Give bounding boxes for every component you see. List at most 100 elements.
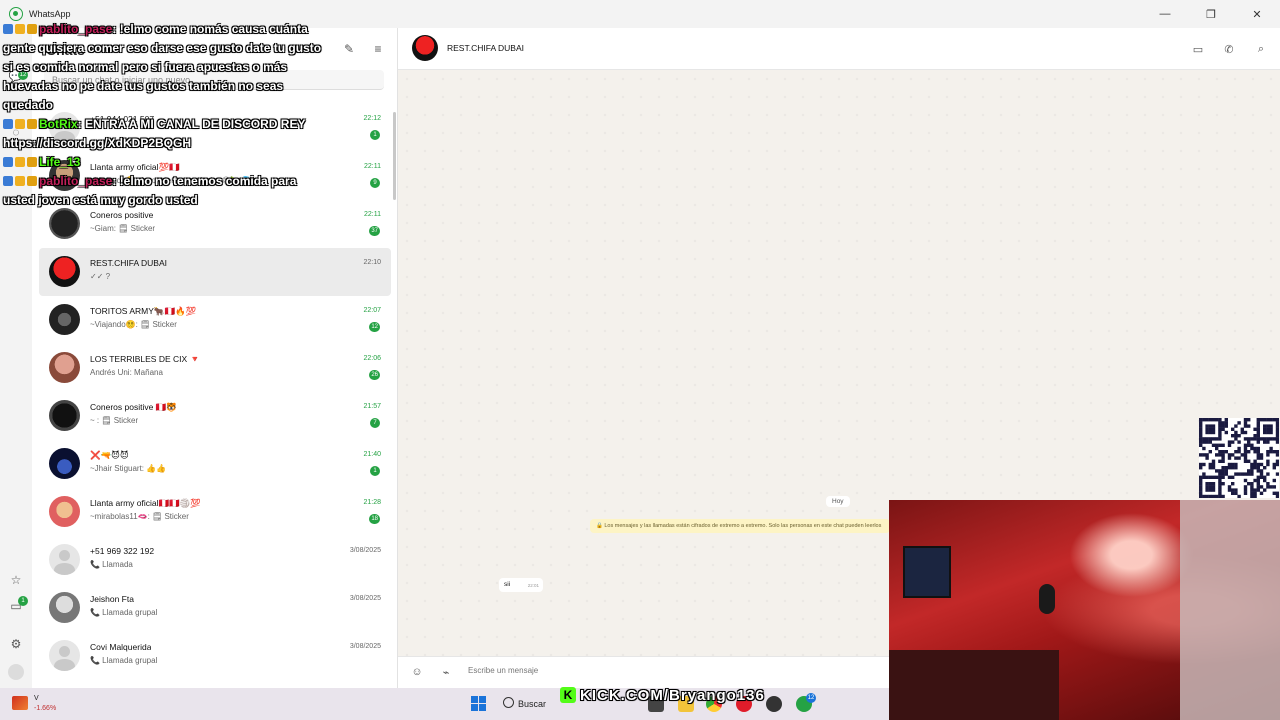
taskbar-search-icon[interactable] xyxy=(503,697,514,708)
qr-module xyxy=(1211,443,1216,447)
qr-module xyxy=(1202,440,1206,444)
chat-time: 21:28 xyxy=(363,499,381,506)
qr-module xyxy=(1272,478,1276,483)
obs-icon[interactable] xyxy=(766,696,782,712)
qr-module xyxy=(1259,453,1264,457)
window-controls: — ❐ ✕ xyxy=(1142,0,1280,28)
conversation-header[interactable]: REST.CHIFA DUBAI ▭ ✆ ⌕ xyxy=(398,28,1280,70)
stock-widget-name[interactable]: V xyxy=(34,695,39,702)
maximize-button[interactable]: ❐ xyxy=(1188,0,1234,28)
overlay-chat-line: gente quisiera comer eso darse ese gusto… xyxy=(3,39,323,58)
minimize-button[interactable]: — xyxy=(1142,0,1188,28)
qr-module xyxy=(1211,466,1216,470)
qr-module xyxy=(1234,488,1238,492)
chat-row[interactable]: TORITOS ARMY🐂🇵🇪🔥💯 ~Viajando😵‍💫: 🗒 Sticker… xyxy=(39,296,391,344)
qr-module xyxy=(1250,485,1254,489)
qr-module xyxy=(1221,466,1225,470)
qr-module xyxy=(1199,427,1203,431)
qr-module xyxy=(1259,472,1264,476)
qr-module xyxy=(1237,450,1241,454)
qr-module xyxy=(1202,462,1206,467)
qr-module xyxy=(1227,462,1232,467)
chat-row[interactable]: +51 969 322 192 📞 Llamada 3/08/2025 xyxy=(39,536,391,584)
qr-module xyxy=(1221,472,1225,476)
qr-module xyxy=(1208,450,1212,454)
qr-module xyxy=(1218,418,1222,422)
search-icon[interactable]: ⌕ xyxy=(1254,42,1268,56)
chat-row[interactable]: LOS TERRIBLES DE CIX 🔻 Andrés Uni: Mañana… xyxy=(39,344,391,392)
qr-module xyxy=(1218,427,1222,431)
qr-module xyxy=(1211,482,1216,486)
new-chat-icon[interactable]: ✎ xyxy=(342,42,356,56)
qr-module xyxy=(1218,482,1222,486)
qr-module xyxy=(1221,459,1225,463)
profile-avatar[interactable] xyxy=(8,664,24,680)
chat-time: 22:10 xyxy=(363,259,381,266)
qr-module xyxy=(1259,456,1264,460)
qr-module xyxy=(1234,450,1238,454)
close-button[interactable]: ✕ xyxy=(1234,0,1280,28)
message-bubble[interactable]: sii 22:01 xyxy=(499,578,543,592)
chat-row[interactable]: Covi Malquerida 📞 Llamada grupal 3/08/2025 xyxy=(39,632,391,680)
qr-module xyxy=(1205,485,1209,489)
qr-module xyxy=(1199,418,1203,422)
chat-preview: ~ : 🗒 Sticker xyxy=(90,416,139,425)
qr-module xyxy=(1275,434,1280,438)
voice-call-icon[interactable]: ✆ xyxy=(1222,42,1236,56)
qr-module xyxy=(1259,475,1264,479)
qr-module xyxy=(1221,482,1225,486)
stock-widget-icon[interactable] xyxy=(12,696,28,710)
qr-module xyxy=(1208,475,1212,479)
qr-module xyxy=(1256,482,1260,486)
qr-module xyxy=(1266,450,1270,454)
qr-module xyxy=(1256,437,1260,441)
starred-icon[interactable]: ☆ xyxy=(8,572,24,588)
qr-module xyxy=(1237,456,1241,460)
taskbar-search[interactable]: Buscar xyxy=(518,699,546,709)
chat-row[interactable]: Coneros positive 🇵🇪🐯 ~ : 🗒 Sticker 21:57 7 xyxy=(39,392,391,440)
qr-module xyxy=(1218,491,1222,495)
qr-module xyxy=(1221,475,1225,479)
webcam-monitor xyxy=(903,546,951,598)
qr-module xyxy=(1263,475,1267,479)
qr-module xyxy=(1205,475,1209,479)
emoji-icon[interactable]: ☺ xyxy=(410,665,424,679)
qr-module xyxy=(1266,427,1270,431)
qr-module xyxy=(1263,430,1267,435)
unread-badge: 1 xyxy=(370,130,380,140)
whatsapp-taskbar-badge: 12 xyxy=(806,693,816,703)
qr-module xyxy=(1208,466,1212,470)
qr-module xyxy=(1237,494,1241,499)
start-button[interactable] xyxy=(471,696,486,711)
message-input[interactable]: Escribe un mensaje xyxy=(468,666,538,675)
qr-module xyxy=(1272,491,1276,495)
chat-list-scrollbar[interactable] xyxy=(393,112,396,200)
qr-module xyxy=(1234,491,1238,495)
filter-icon[interactable]: ≡ xyxy=(371,42,385,56)
qr-module xyxy=(1202,418,1206,422)
qr-module xyxy=(1256,450,1260,454)
qr-module xyxy=(1234,466,1238,470)
stream-chat-overlay: pablito_pase: !elmo come nomás causa cuá… xyxy=(3,20,323,210)
chat-row[interactable]: Llanta army oficial🇵🇪🇵🇪🏐💯 ~mirabolas11🫦: … xyxy=(39,488,391,536)
chat-row[interactable]: Jeishon Fta 📞 Llamada grupal 3/08/2025 xyxy=(39,584,391,632)
qr-module xyxy=(1247,459,1251,463)
contact-name[interactable]: REST.CHIFA DUBAI xyxy=(447,43,524,53)
chat-avatar xyxy=(49,256,80,287)
qr-module xyxy=(1231,434,1235,438)
qr-module xyxy=(1231,491,1235,495)
encryption-notice[interactable]: 🔒 Los mensajes y las llamadas están cifr… xyxy=(590,519,890,533)
qr-module xyxy=(1215,469,1219,473)
attach-icon[interactable]: ⌁ xyxy=(439,665,453,679)
chat-preview: ~mirabolas11🫦: 🗒 Sticker xyxy=(90,512,189,521)
stock-widget-value[interactable]: -1.66% xyxy=(34,705,56,712)
qr-module xyxy=(1218,488,1222,492)
qr-module xyxy=(1259,462,1264,467)
contact-avatar[interactable] xyxy=(412,35,438,61)
qr-module xyxy=(1266,482,1270,486)
video-call-icon[interactable]: ▭ xyxy=(1191,42,1205,56)
settings-gear-icon[interactable]: ⚙ xyxy=(8,636,24,652)
chat-row[interactable]: REST.CHIFA DUBAI ✓✓ ? 22:10 xyxy=(39,248,391,296)
chat-row[interactable]: ❌🔫😈😈 ~Jhair Stiguart: 👍👍 21:40 1 xyxy=(39,440,391,488)
message-time: 22:01 xyxy=(527,583,539,588)
